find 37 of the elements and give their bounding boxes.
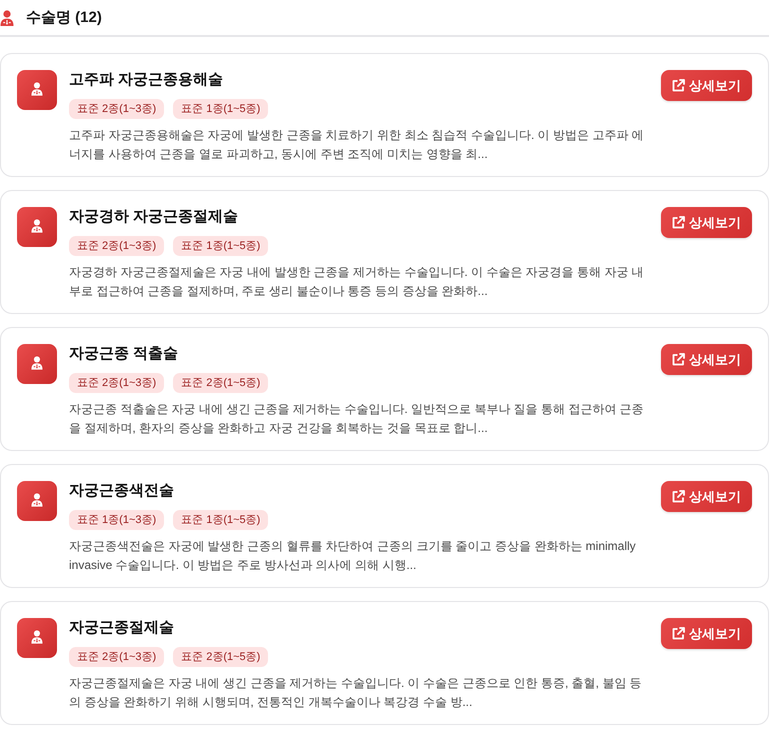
procedure-description: 자궁경하 자궁근종절제술은 자궁 내에 발생한 근종을 제거하는 수술입니다. 이 수술은 자궁경을 통해 자궁 내부로 접근하여 근종을 절제하며, 주로 생리 불순이나 통증 등의 증상을 완화하... bbox=[69, 264, 645, 300]
detail-button[interactable]: 상세보기 bbox=[661, 618, 752, 649]
grade-tag: 표준 1종(1~5종) bbox=[173, 99, 268, 119]
grade-tag: 표준 1종(1~3종) bbox=[69, 510, 164, 530]
procedure-title: 자궁근종절제술 bbox=[69, 618, 175, 638]
section-title: 수술명 (12) bbox=[26, 8, 102, 27]
procedure-title: 자궁경하 자궁근종절제술 bbox=[69, 207, 240, 227]
procedure-title: 고주파 자궁근종용해술 bbox=[69, 70, 224, 90]
external-link-icon bbox=[672, 216, 685, 229]
grade-tag: 표준 2종(1~5종) bbox=[173, 373, 268, 393]
grade-tag: 표준 2종(1~5종) bbox=[173, 647, 268, 667]
procedure-description: 고주파 자궁근종용해술은 자궁에 발생한 근종을 치료하기 위한 최소 침습적 수술입니다. 이 방법은 고주파 에너지를 사용하여 근종을 열로 파괴하고, 동시에 주변 조직에 미치는 영향을 최... bbox=[69, 127, 645, 163]
grade-tag: 표준 2종(1~3종) bbox=[69, 99, 164, 119]
detail-button[interactable]: 상세보기 bbox=[661, 70, 752, 101]
procedure-description: 자궁근종 적출술은 자궁 내에 생긴 근종을 제거하는 수술입니다. 일반적으로 복부나 질을 통해 접근하여 근종을 절제하며, 환자의 증상을 완화하고 자궁 건강을 회복하는 것을 목표로 합니... bbox=[69, 401, 645, 437]
external-link-icon bbox=[672, 79, 685, 92]
person-icon bbox=[0, 10, 14, 26]
external-link-icon bbox=[672, 353, 685, 366]
person-icon bbox=[17, 207, 57, 247]
person-icon bbox=[17, 70, 57, 110]
procedure-description: 자궁근종절제술은 자궁 내에 생긴 근종을 제거하는 수술입니다. 이 수술은 근종으로 인한 통증, 출혈, 불임 등의 증상을 완화하기 위해 시행되며, 전통적인 개복수술이나 복강경 수술 방... bbox=[69, 675, 643, 711]
detail-button[interactable]: 상세보기 bbox=[661, 207, 752, 238]
grade-tag: 표준 2종(1~3종) bbox=[69, 373, 164, 393]
procedure-description: 자궁근종색전술은 자궁에 발생한 근종의 혈류를 차단하여 근종의 크기를 줄이고 증상을 완화하는 minimally invasive 수술입니다. 이 방법은 주로 방사선과 의사에 의해 시행... bbox=[69, 538, 637, 574]
person-icon bbox=[17, 344, 57, 384]
grade-tag: 표준 2종(1~3종) bbox=[69, 647, 164, 667]
grade-tag: 표준 1종(1~5종) bbox=[173, 236, 268, 256]
detail-button[interactable]: 상세보기 bbox=[661, 481, 752, 512]
detail-button[interactable]: 상세보기 bbox=[661, 344, 752, 375]
grade-tag: 표준 1종(1~5종) bbox=[173, 510, 268, 530]
person-icon bbox=[17, 618, 57, 658]
person-icon bbox=[17, 481, 57, 521]
procedure-title: 자궁근종색전술 bbox=[69, 481, 175, 501]
external-link-icon bbox=[672, 627, 685, 640]
external-link-icon bbox=[672, 490, 685, 503]
grade-tag: 표준 2종(1~3종) bbox=[69, 236, 164, 256]
procedure-title: 자궁근종 적출술 bbox=[69, 344, 180, 364]
